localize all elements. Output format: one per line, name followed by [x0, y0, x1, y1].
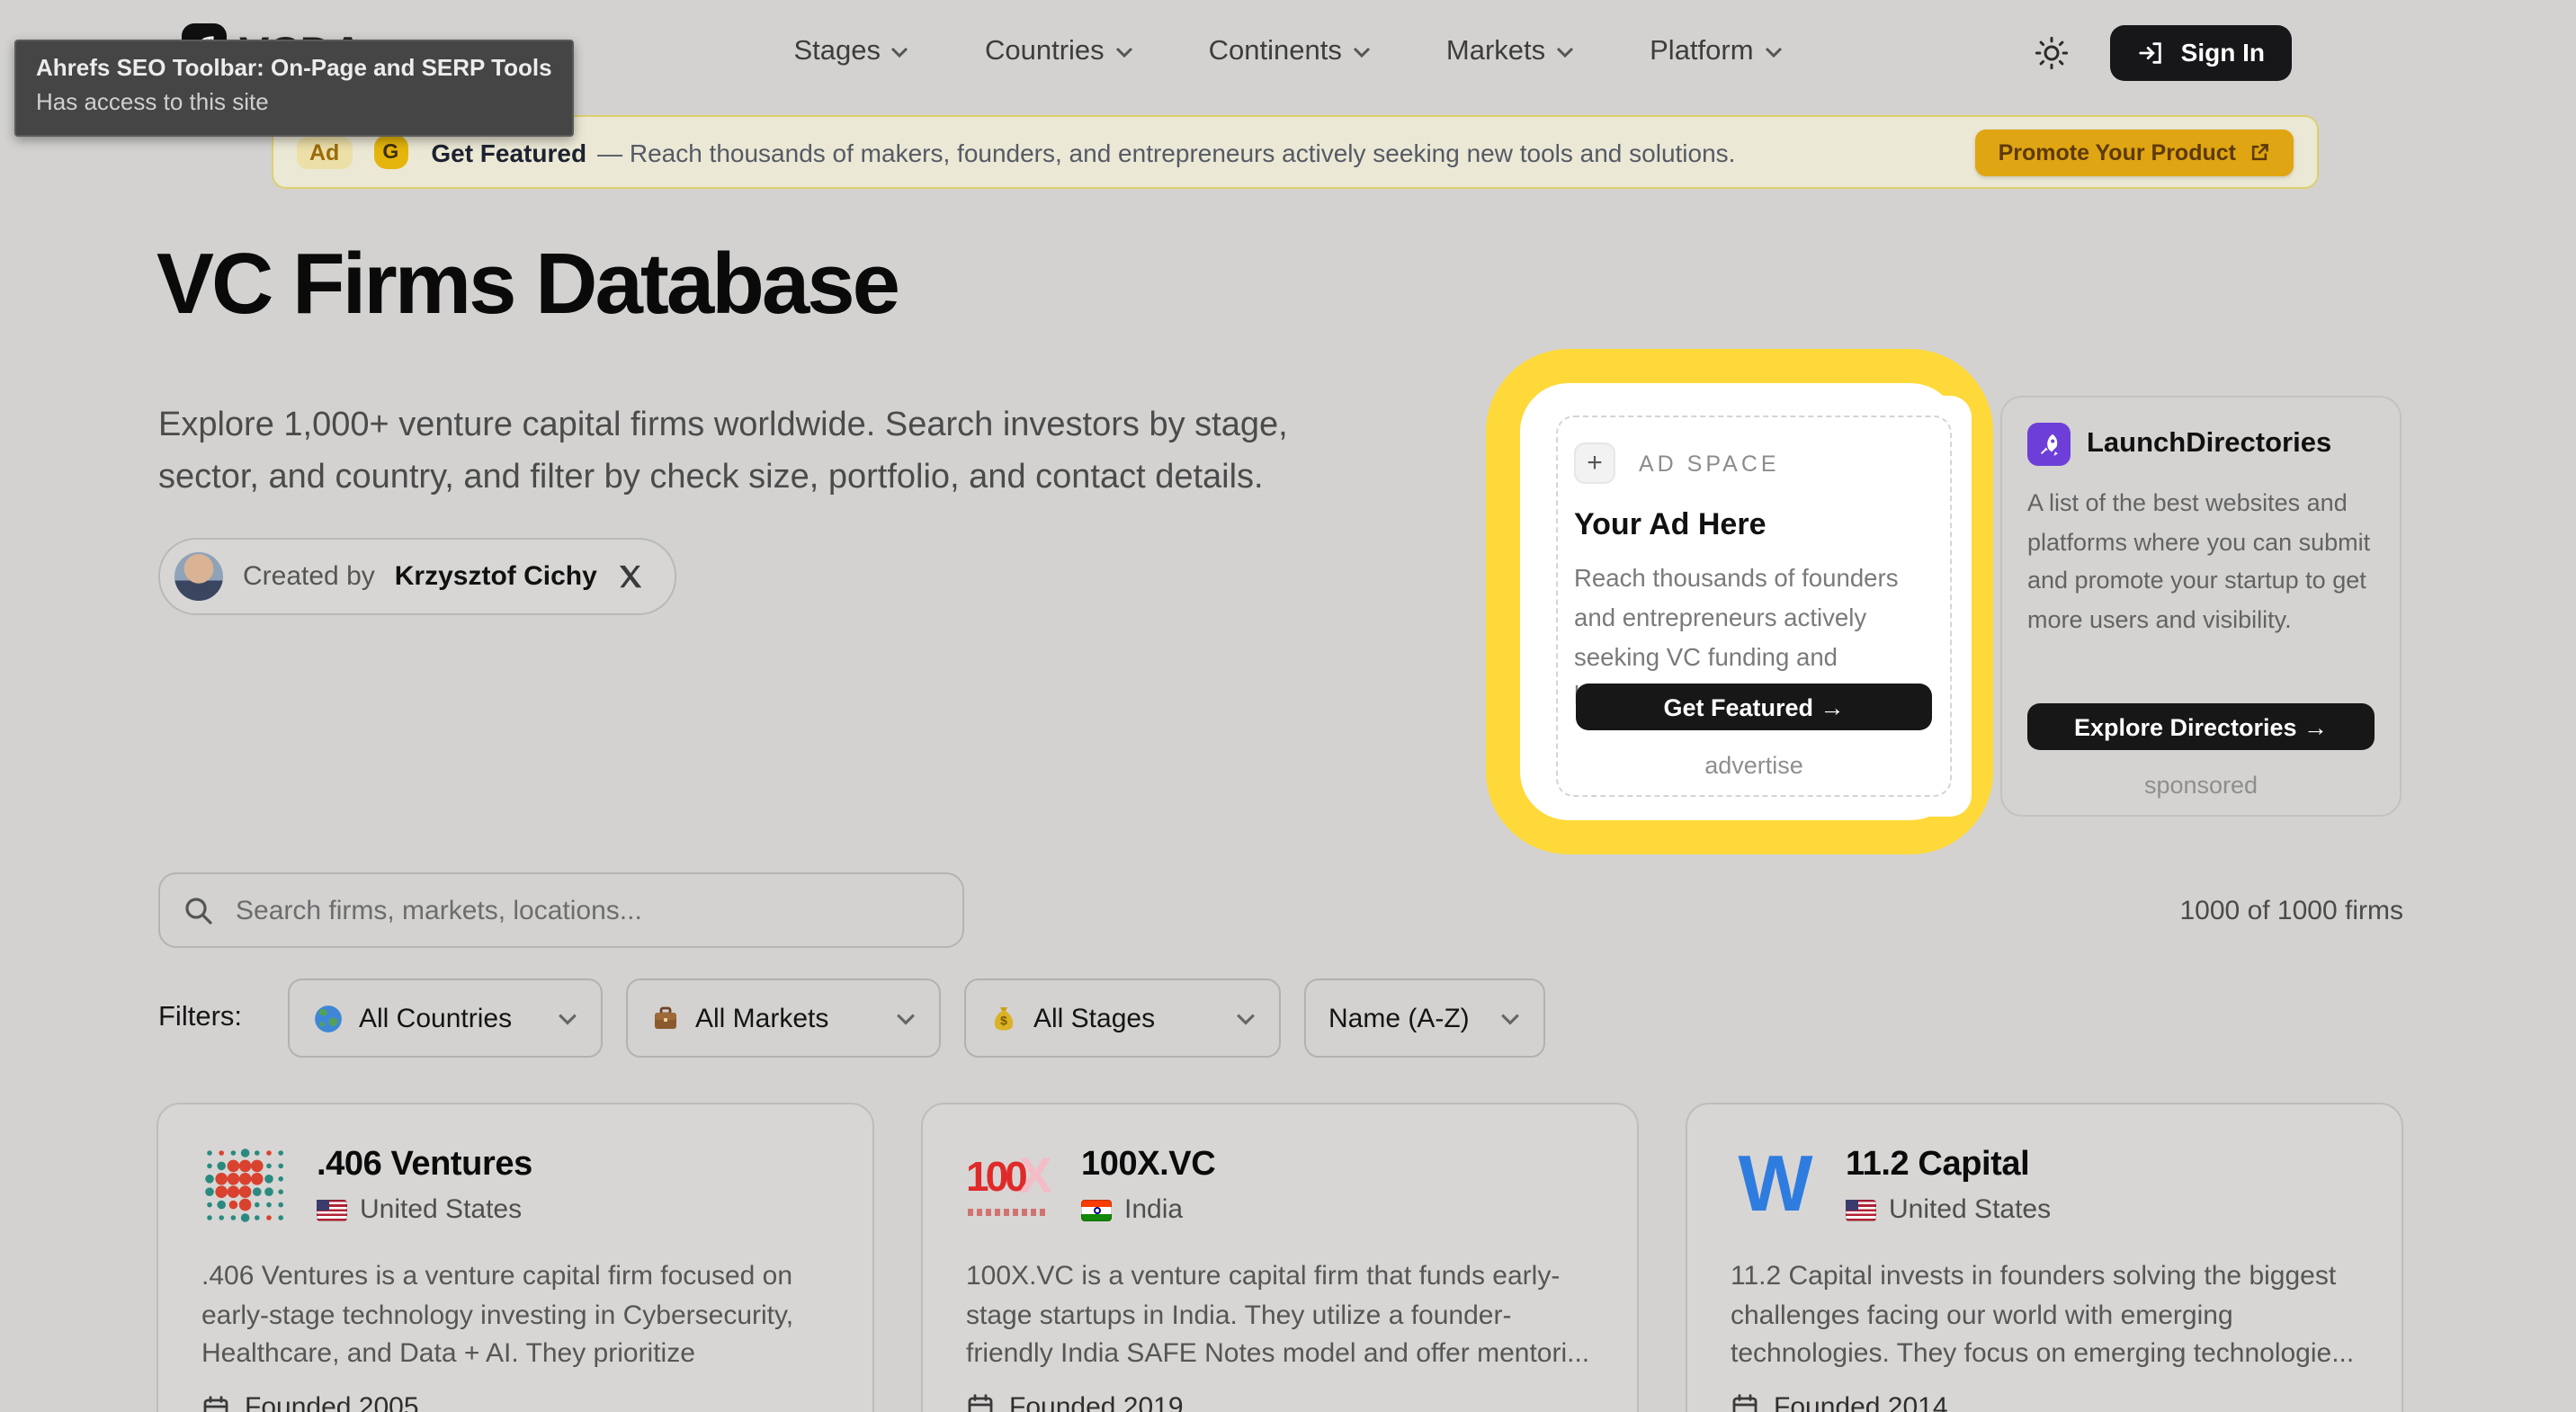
stages-filter-dropdown[interactable]: $ All Stages	[963, 979, 1280, 1058]
briefcase-icon	[650, 1004, 679, 1032]
nav-right-group: Sign In	[2034, 0, 2292, 104]
page-subtitle: Explore 1,000+ venture capital firms wor…	[158, 401, 1355, 505]
countries-filter-dropdown[interactable]: All Countries	[287, 979, 602, 1058]
promote-product-label: Promote Your Product	[1999, 139, 2236, 165]
moneybag-icon: $	[988, 1004, 1017, 1032]
chevron-down-icon	[1556, 47, 1574, 58]
firm-count: 1000 of 1000 firms	[2180, 896, 2404, 926]
nav-item-stages[interactable]: Stages	[793, 36, 909, 68]
search-icon	[183, 895, 214, 925]
nav-item-label: Platform	[1650, 36, 1753, 68]
chevron-down-icon	[557, 1012, 577, 1024]
filters-label: Filters:	[158, 1002, 242, 1034]
chevron-down-icon	[1235, 1012, 1255, 1024]
stages-filter-value: All Stages	[1033, 1003, 1155, 1033]
nav-item-platform[interactable]: Platform	[1650, 36, 1782, 68]
firm-name: 100X.VC	[1081, 1146, 1215, 1185]
firm-country: United States	[1889, 1194, 2051, 1225]
creator-pill: Created by Krzysztof Cichy	[158, 538, 676, 615]
nav-item-markets[interactable]: Markets	[1446, 36, 1574, 68]
markets-filter-dropdown[interactable]: All Markets	[625, 979, 940, 1058]
search-input[interactable]	[232, 893, 939, 927]
chevron-down-icon	[1499, 1012, 1519, 1024]
g-badge: G	[373, 135, 407, 169]
creator-name-link[interactable]: Krzysztof Cichy	[395, 561, 597, 592]
india-flag-icon	[1081, 1199, 1112, 1220]
sign-in-label: Sign In	[2181, 38, 2265, 67]
search-bar	[158, 872, 964, 948]
sponsor-card: LaunchDirectories A list of the best web…	[2000, 396, 2402, 817]
nav-item-label: Markets	[1446, 36, 1545, 68]
nav-item-label: Countries	[985, 36, 1105, 68]
firm-logo-100x: 100X	[966, 1142, 1052, 1229]
nav-item-label: Continents	[1209, 36, 1342, 68]
theme-toggle-sun-icon[interactable]	[2034, 33, 2071, 71]
firm-name: 11.2 Capital	[1846, 1146, 2051, 1185]
filters-row: Filters: All Countries	[158, 979, 1568, 1058]
chevron-down-icon	[1115, 47, 1133, 58]
rocket-icon	[2027, 423, 2071, 466]
tooltip-subtitle: Has access to this site	[36, 86, 552, 121]
firm-card-grid: .406 Ventures United States .406 Venture…	[157, 1103, 2403, 1412]
extension-tooltip: Ahrefs SEO Toolbar: On-Page and SERP Too…	[14, 40, 574, 136]
firm-name: .406 Ventures	[317, 1146, 532, 1185]
nav-item-continents[interactable]: Continents	[1209, 36, 1371, 68]
login-icon	[2138, 39, 2165, 66]
banner-text: — Reach thousands of makers, founders, a…	[597, 138, 1735, 166]
sort-dropdown[interactable]: Name (A-Z)	[1303, 979, 1544, 1058]
firm-founded: Founded 2014	[1774, 1391, 1948, 1412]
firm-description: 100X.VC is a venture capital firm that f…	[966, 1257, 1594, 1373]
svg-text:$: $	[999, 1014, 1006, 1028]
firm-founded: Founded 2019	[1009, 1391, 1184, 1412]
firm-card-100x-vc[interactable]: 100X 100X.VC India 100X.VC is a venture …	[921, 1103, 1639, 1412]
us-flag-icon	[1846, 1199, 1876, 1220]
calendar-icon	[966, 1392, 995, 1412]
sponsored-label: sponsored	[2002, 772, 2400, 799]
markets-filter-value: All Markets	[695, 1003, 828, 1033]
created-by-label: Created by	[243, 561, 375, 592]
advertise-link[interactable]: advertise	[1558, 752, 1950, 779]
nav-item-countries[interactable]: Countries	[985, 36, 1133, 68]
page-title: VC Firms Database	[157, 236, 898, 335]
ad-space-card: + AD SPACE Your Ad Here Reach thousands …	[1536, 396, 1972, 817]
globe-icon	[312, 1003, 343, 1033]
chevron-down-icon	[1765, 47, 1783, 58]
ad-space-title: Your Ad Here	[1574, 507, 1934, 543]
firm-logo-dot-matrix	[201, 1142, 288, 1229]
tooltip-title: Ahrefs SEO Toolbar: On-Page and SERP Too…	[36, 52, 552, 86]
banner-title: Get Featured	[431, 138, 586, 166]
firm-country: United States	[360, 1194, 522, 1225]
promo-banner: Ad G Get Featured — Reach thousands of m…	[272, 115, 2319, 189]
sponsor-text: A list of the best websites and platform…	[2027, 484, 2375, 639]
calendar-icon	[1731, 1392, 1759, 1412]
chevron-down-icon	[1353, 47, 1371, 58]
calendar-icon	[201, 1393, 230, 1412]
nav-item-label: Stages	[793, 36, 881, 68]
chevron-down-icon	[895, 1012, 915, 1024]
creator-avatar	[174, 552, 223, 601]
sponsor-title: LaunchDirectories	[2087, 428, 2331, 460]
firm-card-406-ventures[interactable]: .406 Ventures United States .406 Venture…	[157, 1103, 874, 1412]
sign-in-button[interactable]: Sign In	[2111, 24, 2292, 80]
ad-space-label: AD SPACE	[1639, 451, 1780, 476]
firm-description: .406 Ventures is a venture capital firm …	[201, 1257, 829, 1374]
external-link-icon	[2249, 141, 2270, 163]
explore-directories-button[interactable]: Explore Directories →	[2027, 703, 2375, 750]
get-featured-button[interactable]: Get Featured →	[1576, 684, 1932, 730]
browser-viewport: VCDA m Stages Countries Continents Marke…	[0, 0, 2576, 1412]
firm-founded: Founded 2005	[245, 1392, 419, 1412]
us-flag-icon	[317, 1199, 347, 1220]
firm-description: 11.2 Capital invests in founders solving…	[1731, 1257, 2358, 1373]
countries-filter-value: All Countries	[359, 1003, 512, 1033]
firm-logo-w: W	[1731, 1142, 1817, 1229]
firm-country: India	[1124, 1194, 1183, 1225]
sort-value: Name (A-Z)	[1328, 1003, 1470, 1033]
x-twitter-icon[interactable]	[617, 563, 644, 590]
ad-badge: Ad	[297, 136, 352, 168]
chevron-down-icon	[891, 47, 909, 58]
plus-icon: +	[1574, 442, 1615, 484]
promote-product-button[interactable]: Promote Your Product	[1975, 129, 2294, 175]
ad-space-dashed-area: + AD SPACE Your Ad Here Reach thousands …	[1556, 416, 1952, 797]
firm-card-11-2-capital[interactable]: W 11.2 Capital United States 11.2 Capita…	[1686, 1103, 2403, 1412]
